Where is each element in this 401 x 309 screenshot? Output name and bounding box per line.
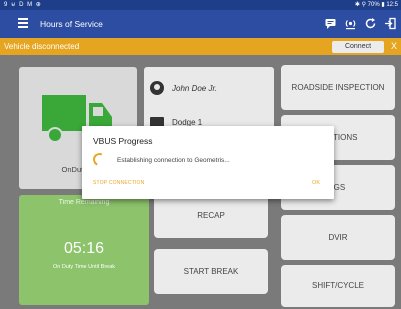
time-remaining-sublabel: On Duty Time Until Break	[52, 264, 116, 270]
menu-icon[interactable]	[18, 18, 28, 28]
time-remaining-value: 05:16	[63, 240, 105, 257]
violations-label: TIONS	[333, 133, 358, 142]
stop-connection-button[interactable]: STOP CONNECTION	[93, 180, 144, 186]
banner-text: Vehicle disconnected	[4, 42, 80, 51]
page-title: Hours of Service	[40, 19, 103, 29]
logout-icon[interactable]	[384, 17, 397, 30]
vbus-progress-dialog: VBUS Progress Establishing connection to…	[82, 126, 334, 199]
app-bar: Hours of Service	[0, 10, 401, 38]
dialog-title: VBUS Progress	[93, 136, 153, 146]
close-icon[interactable]: X	[391, 38, 397, 55]
roadside-inspection-button[interactable]: ROADSIDE INSPECTION	[281, 65, 395, 110]
eld-icon[interactable]	[344, 17, 357, 30]
recap-button[interactable]: RECAP	[154, 193, 268, 238]
driver-name: John Doe Jr.	[172, 84, 218, 93]
time-remaining-card: Time Remaining 05:16 On Duty Time Until …	[19, 195, 149, 305]
connect-button[interactable]: Connect	[332, 41, 384, 53]
dialog-message: Establishing connection to Geometris...	[117, 157, 230, 164]
dvir-button[interactable]: DVIR	[281, 215, 395, 260]
shift-cycle-button[interactable]: SHIFT/CYCLE	[281, 265, 395, 307]
ok-button[interactable]: OK	[312, 180, 320, 186]
refresh-icon[interactable]	[364, 17, 377, 30]
status-bar-right: ✱ ⚲ 70% ▮ 12:5	[354, 2, 398, 8]
message-icon[interactable]	[324, 17, 337, 30]
time-remaining-label: Time Remaining	[58, 199, 110, 206]
status-bar: 9 ⊌ D M ⊕ ✱ ⚲ 70% ▮ 12:5	[0, 0, 401, 10]
vehicle-disconnected-banner: Vehicle disconnected Connect X	[0, 38, 401, 55]
loading-spinner-icon	[91, 151, 108, 168]
avatar	[150, 81, 164, 95]
status-bar-icons: 9 ⊌ D M ⊕	[4, 2, 42, 8]
start-break-button[interactable]: START BREAK	[154, 249, 268, 294]
